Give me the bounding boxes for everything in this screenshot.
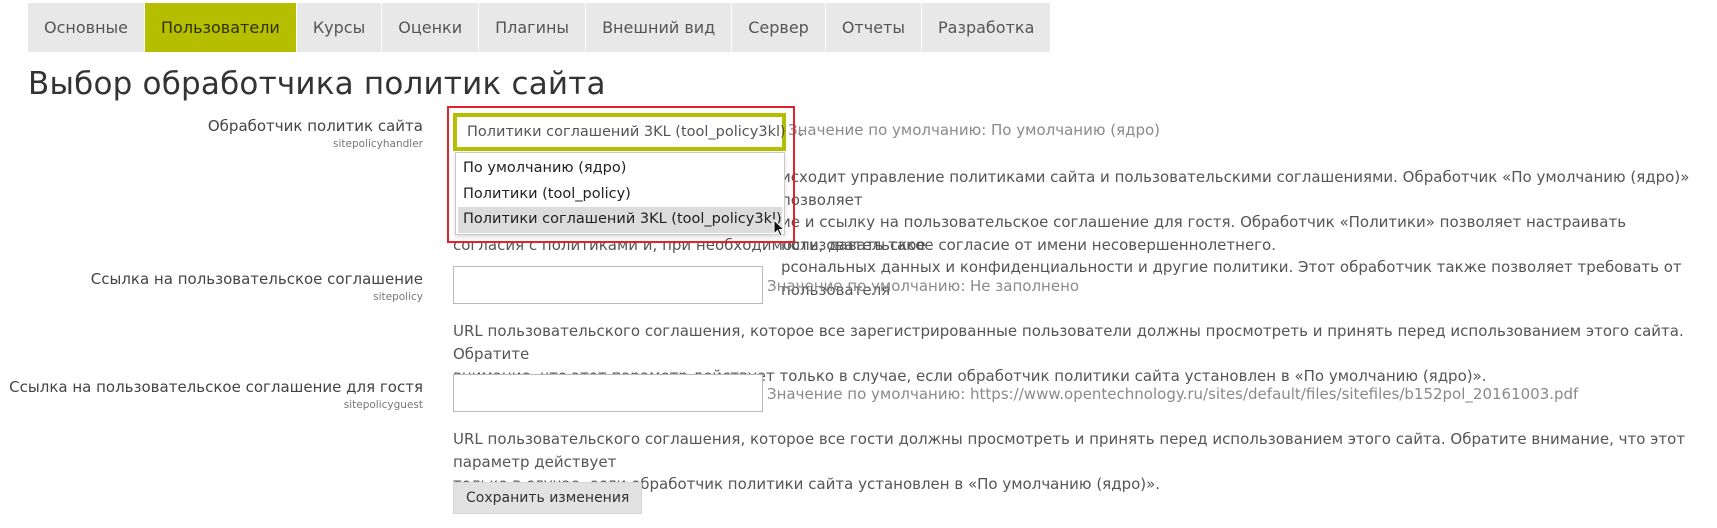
- handler-selected-value: Политики соглашений 3KL (tool_policy3kl): [467, 124, 786, 140]
- tab-general[interactable]: Основные: [28, 3, 146, 52]
- tab-development[interactable]: Разработка: [922, 3, 1050, 52]
- dropdown-option[interactable]: Политики (tool_policy): [456, 182, 784, 208]
- tab-server[interactable]: Сервер: [732, 3, 826, 52]
- handler-label-group: Обработчик политик сайта sitepolicyhandl…: [208, 117, 423, 150]
- mouse-pointer-icon: [773, 219, 786, 237]
- sitepolicy-label-group: Ссылка на пользовательское соглашение si…: [91, 270, 423, 303]
- tab-appearance[interactable]: Внешний вид: [586, 3, 733, 52]
- sitepolicyguest-key: sitepolicyguest: [343, 399, 423, 411]
- handler-default: Значение по умолчанию: По умолчанию (ядр…: [788, 121, 1161, 139]
- sitepolicy-default: Значение по умолчанию: Не заполнено: [767, 277, 1080, 295]
- handler-dropdown-list: По умолчанию (ядро) Политики (tool_polic…: [455, 152, 785, 235]
- tab-grades[interactable]: Оценки: [382, 3, 480, 52]
- handler-select[interactable]: Политики соглашений 3KL (tool_policy3kl)…: [453, 113, 806, 151]
- admin-tabs: Основные Пользователи Курсы Оценки Плаги…: [28, 3, 1051, 52]
- tab-courses[interactable]: Курсы: [297, 3, 383, 52]
- dropdown-option[interactable]: По умолчанию (ядро): [456, 156, 784, 182]
- dropdown-option-selected[interactable]: Политики соглашений 3KL (tool_policy3kl): [458, 207, 782, 233]
- handler-key: sitepolicyhandler: [333, 138, 423, 150]
- page-title: Выбор обработчика политик сайта: [28, 66, 606, 102]
- save-changes-button[interactable]: Сохранить изменения: [453, 482, 643, 514]
- sitepolicyguest-input[interactable]: [453, 374, 763, 412]
- sitepolicyguest-label: Ссылка на пользовательское соглашение дл…: [9, 378, 423, 396]
- sitepolicy-key: sitepolicy: [373, 291, 423, 303]
- sitepolicyguest-desc-line: только в случае, если обработчик политик…: [453, 475, 1161, 493]
- handler-desc-last: согласия с политиками и, при необходимос…: [453, 236, 1277, 254]
- sitepolicyguest-description: URL пользовательского соглашения, которо…: [453, 428, 1717, 496]
- sitepolicyguest-default: Значение по умолчанию: https://www.opent…: [767, 385, 1579, 403]
- handler-desc-line: исходит управление политиками сайта и по…: [781, 168, 1690, 209]
- sitepolicy-desc-line: URL пользовательского соглашения, которо…: [453, 322, 1684, 363]
- sitepolicy-label: Ссылка на пользовательское соглашение: [90, 270, 423, 288]
- handler-label: Обработчик политик сайта: [207, 117, 423, 135]
- tab-plugins[interactable]: Плагины: [479, 3, 587, 52]
- tab-reports[interactable]: Отчеты: [826, 3, 922, 52]
- sitepolicy-input[interactable]: [453, 266, 763, 304]
- tab-users[interactable]: Пользователи: [145, 3, 297, 52]
- sitepolicyguest-desc-line: URL пользовательского соглашения, которо…: [453, 430, 1686, 471]
- sitepolicyguest-label-group: Ссылка на пользовательское соглашение дл…: [9, 378, 423, 411]
